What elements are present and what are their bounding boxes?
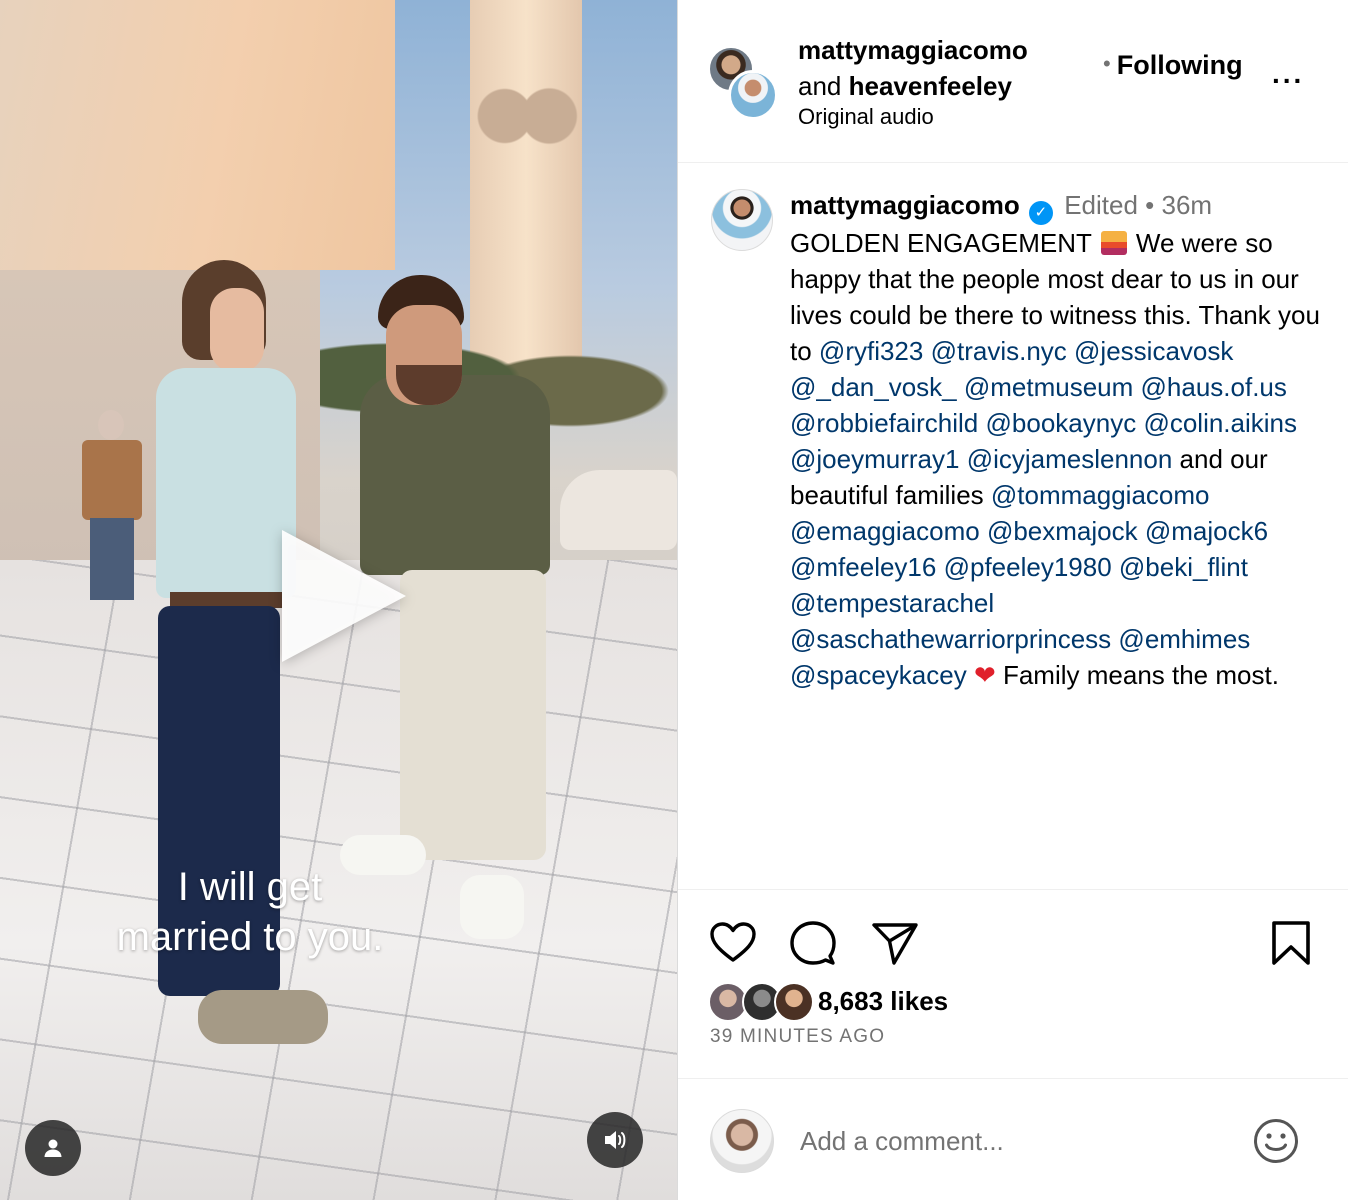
mention-link[interactable]: @beki_flint xyxy=(1119,552,1248,582)
account-link-2[interactable]: heavenfeeley xyxy=(849,71,1012,101)
likes-count[interactable]: 8,683 likes xyxy=(818,986,948,1017)
caption-section: mattymaggiacomo ✓ Edited • 36m GOLDEN EN… xyxy=(678,163,1348,890)
caption-text-segment: GOLDEN ENGAGEMENT xyxy=(790,228,1099,258)
mention-link[interactable]: @jessicavosk xyxy=(1074,336,1233,366)
bookmark-icon[interactable] xyxy=(1266,918,1316,968)
caption-text-segment xyxy=(1067,336,1074,366)
mention-link[interactable]: @colin.aikins xyxy=(1143,408,1297,438)
follow-separator: • xyxy=(1103,51,1111,76)
video-subtitle-line-2: married to you. xyxy=(116,915,384,959)
paper-plane-icon[interactable] xyxy=(870,918,920,968)
caption-text-segment xyxy=(1112,552,1119,582)
collab-accounts: mattymaggiacomo and heavenfeeley xyxy=(798,32,1028,104)
more-options-button[interactable]: ... xyxy=(1272,58,1304,90)
video-player[interactable]: I will get married to you. xyxy=(0,0,677,1200)
mention-link[interactable]: @pfeeley1980 xyxy=(944,552,1112,582)
play-icon[interactable] xyxy=(282,530,406,662)
red-heart-emoji: ❤ xyxy=(973,660,996,690)
edited-label: Edited xyxy=(1064,190,1138,220)
mention-link[interactable]: @tommaggiacomo xyxy=(991,480,1210,510)
mention-link[interactable]: @haus.of.us xyxy=(1141,372,1287,402)
mention-link[interactable]: @ryfi323 xyxy=(819,336,923,366)
caption-text-segment: Family means the most. xyxy=(995,660,1279,690)
speaker-icon xyxy=(605,1131,626,1149)
heart-outline-icon[interactable] xyxy=(708,918,758,968)
mention-link[interactable]: @icyjameslennon xyxy=(967,444,1173,474)
person-icon xyxy=(44,1139,62,1157)
mention-link[interactable]: @mfeeley16 xyxy=(790,552,936,582)
account-link-1[interactable]: mattymaggiacomo xyxy=(798,32,1028,68)
mention-link[interactable]: @emaggiacomo xyxy=(790,516,980,546)
mention-link[interactable]: @bexmajock xyxy=(987,516,1138,546)
sunset-emoji xyxy=(1100,231,1127,255)
caption-text-segment xyxy=(978,408,985,438)
video-scene-sculpture xyxy=(560,470,677,550)
video-scene-column-carving xyxy=(473,70,579,162)
mention-link[interactable]: @emhimes xyxy=(1118,624,1250,654)
comment-bubble-icon[interactable] xyxy=(788,918,838,968)
video-scene-photographer xyxy=(78,410,146,600)
mention-link[interactable]: @robbiefairchild xyxy=(790,408,978,438)
post-timestamp[interactable]: 39 MINUTES AGO xyxy=(710,1026,885,1048)
mention-link[interactable]: @bookaynyc xyxy=(986,408,1137,438)
mention-link[interactable]: @spaceykacey xyxy=(790,660,967,690)
audio-link[interactable]: Original audio xyxy=(798,104,934,130)
mention-link[interactable]: @saschathewarriorprincess xyxy=(790,624,1111,654)
caption-author[interactable]: mattymaggiacomo xyxy=(790,190,1020,220)
post-details-panel: mattymaggiacomo and heavenfeeley Origina… xyxy=(677,0,1348,1200)
caption-text-segment xyxy=(959,444,966,474)
meta-separator: • xyxy=(1145,190,1155,220)
caption-text-segment xyxy=(967,660,974,690)
caption-text-segment xyxy=(936,552,943,582)
caption-text-segment xyxy=(980,516,987,546)
video-subtitle: I will get married to you. xyxy=(60,862,440,962)
author-avatar[interactable] xyxy=(711,189,773,251)
caption-text-segment xyxy=(923,336,930,366)
following-label: Following xyxy=(1116,50,1243,80)
post-actions xyxy=(678,890,1348,990)
mention-link[interactable]: @travis.nyc xyxy=(931,336,1067,366)
audio-toggle-button[interactable] xyxy=(587,1112,643,1168)
mention-link[interactable]: @metmuseum xyxy=(964,372,1133,402)
mention-link[interactable]: @majock6 xyxy=(1145,516,1268,546)
current-user-avatar xyxy=(710,1109,774,1173)
collab-avatars[interactable] xyxy=(708,46,778,120)
caption-text-segment xyxy=(1133,372,1140,402)
collab-connector: and xyxy=(798,71,842,101)
following-button[interactable]: • Following xyxy=(1103,50,1243,81)
caption-text-segment xyxy=(1138,516,1145,546)
post-time[interactable]: 36m xyxy=(1162,190,1213,220)
avatar-mattymaggiacomo[interactable] xyxy=(728,70,778,120)
video-scene-wall xyxy=(0,0,395,270)
caption-text: mattymaggiacomo ✓ Edited • 36m GOLDEN EN… xyxy=(790,187,1320,693)
video-subtitle-line-1: I will get xyxy=(177,865,323,909)
comment-input[interactable] xyxy=(800,1119,1240,1163)
post-header: mattymaggiacomo and heavenfeeley Origina… xyxy=(678,0,1348,163)
verified-badge-icon: ✓ xyxy=(1028,201,1053,225)
smiley-icon[interactable] xyxy=(1252,1117,1300,1165)
tagged-users-button[interactable] xyxy=(25,1120,81,1176)
mention-link[interactable]: @_dan_vosk_ xyxy=(790,372,957,402)
liker-avatar xyxy=(774,982,814,1022)
comment-composer xyxy=(678,1078,1348,1200)
caption-body: GOLDEN ENGAGEMENT We were so happy that … xyxy=(790,228,1320,690)
mention-link[interactable]: @joeymurray1 xyxy=(790,444,959,474)
caption-text-segment xyxy=(957,372,964,402)
mention-link[interactable]: @tempestarachel xyxy=(790,588,994,618)
